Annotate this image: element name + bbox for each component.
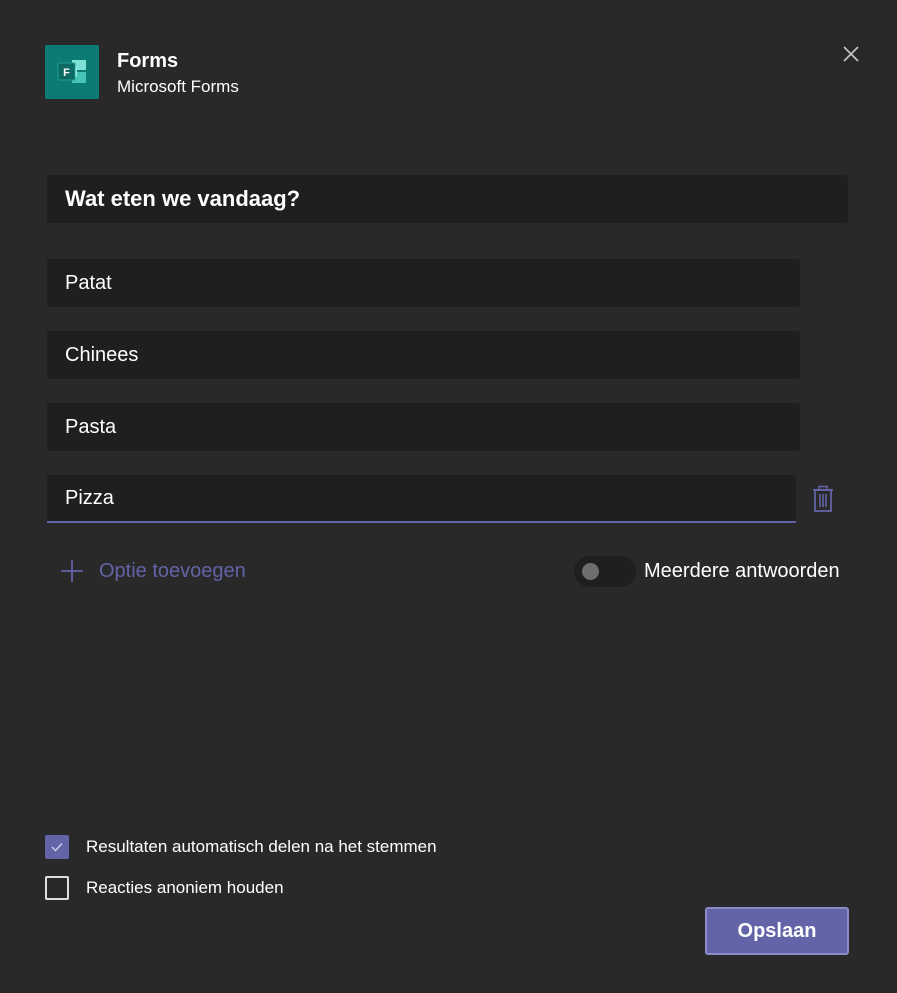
anonymous-checkbox[interactable] <box>45 876 69 900</box>
app-subtitle: Microsoft Forms <box>117 77 239 96</box>
option-input-2[interactable]: Chinees <box>47 331 800 379</box>
share-results-label: Resultaten automatisch delen na het stem… <box>86 837 437 856</box>
add-option-label: Optie toevoegen <box>99 559 246 582</box>
multiple-answers-label: Meerdere antwoorden <box>644 560 840 582</box>
close-button[interactable] <box>838 41 864 67</box>
close-icon <box>843 46 859 62</box>
multiple-answers-toggle[interactable] <box>574 556 636 587</box>
app-title: Forms <box>117 50 179 72</box>
add-option-button[interactable]: Optie toevoegen <box>59 558 246 584</box>
option-input-4[interactable]: Pizza <box>47 475 796 523</box>
delete-option-button[interactable] <box>811 485 835 513</box>
question-input[interactable]: Wat eten we vandaag? <box>47 175 848 223</box>
anonymous-label: Reacties anoniem houden <box>86 878 284 897</box>
option-input-1[interactable]: Patat <box>47 259 800 307</box>
toggle-knob <box>582 563 599 580</box>
plus-icon <box>61 560 83 582</box>
save-button[interactable]: Opslaan <box>705 907 849 955</box>
checkmark-icon <box>51 842 63 852</box>
share-results-checkbox[interactable] <box>45 835 69 859</box>
option-input-3[interactable]: Pasta <box>47 403 800 451</box>
forms-icon-letter: F <box>63 67 70 79</box>
trash-icon <box>813 485 833 512</box>
forms-app-icon: F <box>45 45 99 99</box>
